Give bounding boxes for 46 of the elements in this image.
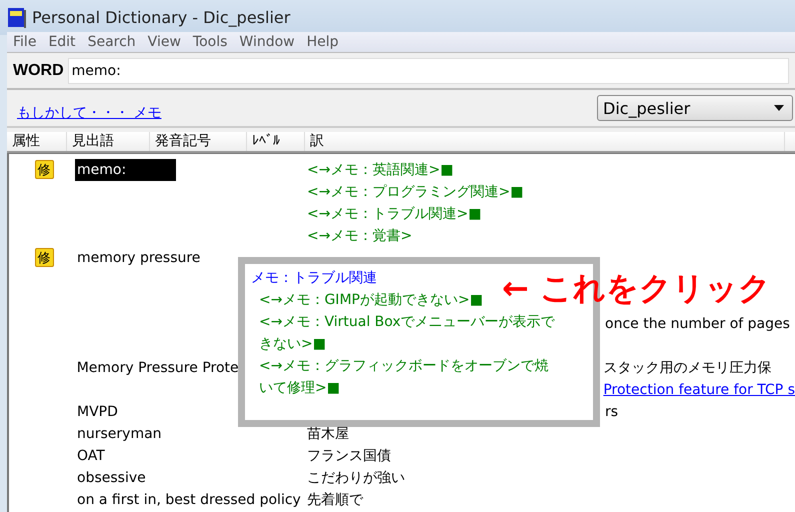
column-header[interactable]: 訳 [305, 132, 785, 151]
menu-item[interactable]: File [7, 32, 42, 52]
headword[interactable]: on a first in, best dressed policy [75, 489, 303, 511]
suggestion-link[interactable]: もしかして・・・ メモ [17, 104, 162, 122]
menu-item[interactable]: Window [233, 32, 301, 52]
window-title: Personal Dictionary - Dic_peslier [32, 8, 290, 27]
column-header[interactable]: 属性 [7, 132, 67, 151]
search-field[interactable]: memo: [68, 58, 789, 84]
translation-link[interactable]: <→メモ：覚書> [307, 225, 524, 247]
column-header[interactable]: 発音記号 [150, 132, 247, 151]
translation-link[interactable]: Protection feature for TCP s [603, 379, 795, 401]
translation-text: スタック用のメモリ圧力保 [603, 359, 772, 378]
translation-link[interactable]: <→メモ：プログラミング関連>■ [307, 181, 524, 203]
translation-link[interactable]: <→メモ：トラブル関連>■ [307, 203, 524, 225]
headword[interactable]: MVPD [75, 401, 120, 423]
word-label: WORD [13, 62, 64, 80]
column-header[interactable]: 見出語 [67, 132, 150, 151]
menu-item[interactable]: Help [300, 32, 345, 52]
memo-link[interactable]: <→メモ：Virtual Boxでメニューバーが表示できない>■ [259, 311, 559, 355]
attribute-badge: 修 [34, 160, 54, 179]
caret-icon [774, 105, 784, 111]
memo-link[interactable]: <→メモ：GIMPが起動できない>■ [259, 289, 483, 311]
headword[interactable]: OAT [75, 445, 107, 467]
translation-text: 苗木屋 [307, 425, 349, 444]
menu-item[interactable]: View [142, 32, 187, 52]
column-header[interactable]: ﾚﾍﾞﾙ [247, 132, 305, 151]
translation-text: once the number of pages [605, 315, 790, 334]
translation-text: フランス国債 [307, 447, 391, 466]
headword[interactable]: nurseryman [75, 423, 164, 445]
book-icon [8, 8, 26, 28]
translation-link[interactable]: <→メモ：英語関連>■ [307, 159, 524, 181]
headword[interactable]: memo: [75, 159, 176, 181]
attribute-badge: 修 [34, 248, 54, 267]
memo-link[interactable]: <→メモ：グラフィックボードをオーブンで焼いて修理>■ [259, 355, 559, 399]
translation-text: rs [605, 403, 618, 422]
menu-item[interactable]: Search [82, 32, 142, 52]
headword[interactable]: Memory Pressure Prote [74, 357, 241, 379]
menu-item[interactable]: Tools [186, 32, 234, 52]
translation-text: こだわりが強い [307, 469, 405, 488]
headword[interactable]: obsessive [75, 467, 148, 489]
popup-title: メモ：トラブル関連 [251, 269, 378, 288]
headword[interactable]: memory pressure [75, 247, 202, 269]
annotation-text: ← これをクリック [502, 268, 771, 308]
translation-text: 先着順で [307, 491, 363, 510]
menu-item[interactable]: Edit [42, 32, 82, 52]
dictionary-dropdown[interactable]: Dic_peslier [597, 95, 793, 121]
